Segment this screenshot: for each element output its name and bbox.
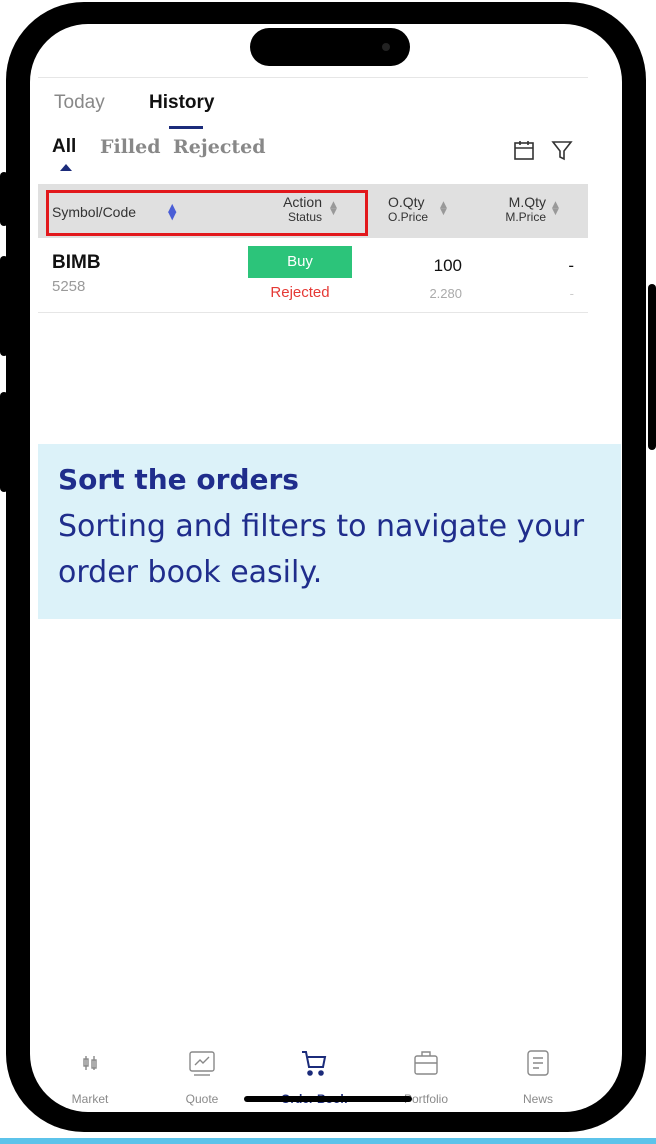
matched-quantity: -	[568, 256, 574, 275]
market-icon	[83, 1056, 97, 1070]
filter-icon[interactable]	[550, 138, 574, 162]
header-mqty-mprice[interactable]: M.Qty M.Price	[498, 194, 546, 225]
bottom-accent-line	[0, 1138, 656, 1144]
dynamic-island	[250, 28, 410, 66]
quote-icon	[189, 1051, 215, 1076]
table-row[interactable]: BIMB 5258 Buy Rejected 100 2.280 - -	[38, 238, 588, 313]
nav-market[interactable]: Market	[50, 1048, 130, 1106]
callout-body: Sorting and filters to navigate your ord…	[58, 509, 585, 590]
sort-icon[interactable]: ▲ ▼	[552, 201, 559, 217]
cart-icon	[302, 1051, 327, 1076]
order-price: 2.280	[429, 286, 462, 301]
filter-filled[interactable]: Filled	[100, 136, 161, 158]
order-symbol: BIMB	[52, 252, 101, 273]
filter-rejected[interactable]: Rejected	[173, 136, 266, 158]
order-code: 5258	[52, 278, 86, 295]
tab-today[interactable]: Today	[54, 92, 105, 114]
order-status: Rejected	[270, 284, 330, 301]
tutorial-callout: Sort the orders Sorting and filters to n…	[38, 444, 621, 619]
divider	[38, 77, 588, 78]
nav-news[interactable]: News	[498, 1048, 578, 1106]
matched-price: -	[569, 286, 574, 301]
tab-history[interactable]: History	[149, 92, 214, 114]
home-indicator[interactable]	[244, 1096, 412, 1102]
news-icon	[527, 1050, 549, 1076]
filter-all-indicator	[60, 164, 72, 171]
highlight-annotation	[46, 190, 368, 236]
callout-title: Sort the orders	[58, 463, 299, 496]
briefcase-icon	[414, 1051, 438, 1075]
order-action-badge: Buy	[248, 246, 352, 278]
sort-icon[interactable]: ▲ ▼	[440, 201, 447, 217]
header-oqty-oprice[interactable]: O.Qty O.Price	[388, 194, 428, 225]
tab-history-indicator	[169, 126, 203, 129]
nav-quote[interactable]: Quote	[162, 1048, 242, 1106]
order-quantity: 100	[433, 256, 462, 275]
power-button	[648, 284, 656, 450]
filter-all[interactable]: All	[52, 136, 76, 158]
calendar-icon[interactable]	[512, 138, 536, 162]
